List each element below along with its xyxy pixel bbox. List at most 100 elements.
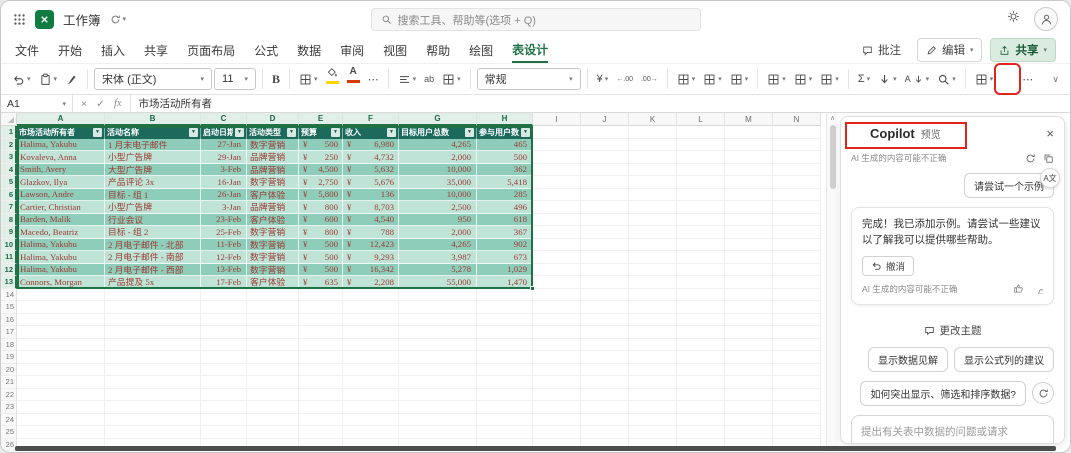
cell[interactable]: 市场活动所有者 ▼ [17,126,105,139]
cell[interactable]: 11-Feb [201,238,247,251]
cell[interactable]: 23-Feb [201,213,247,226]
suggestion-chip[interactable]: 如何突出显示、筛选和排序数据? [860,380,1026,406]
cell[interactable] [477,376,533,389]
cell[interactable] [677,426,725,439]
cell[interactable] [399,363,477,376]
cell[interactable] [105,338,201,351]
row-number-7[interactable]: 7 [1,201,17,214]
cell[interactable] [677,388,725,401]
cell[interactable]: 数字营销 [247,176,299,189]
cell[interactable]: ¥6,980 [343,138,399,151]
cell[interactable] [725,201,773,214]
cell[interactable] [201,376,247,389]
cell[interactable] [581,326,629,339]
row-number-19[interactable]: 19 [1,351,17,364]
cell[interactable] [533,251,581,264]
column-header-H[interactable]: H [477,113,533,126]
cell[interactable] [725,151,773,164]
cell[interactable]: Lawson, Andre [17,188,105,201]
cell[interactable] [581,413,629,426]
column-header-M[interactable]: M [725,113,773,126]
copilot-button[interactable] [998,67,1017,91]
row-number-25[interactable]: 25 [1,426,17,439]
cell[interactable] [399,413,477,426]
cell[interactable]: 902 [477,238,533,251]
cell[interactable] [581,176,629,189]
cell[interactable] [725,226,773,239]
cell[interactable]: 启动日期 ▼ [201,126,247,139]
cell[interactable] [105,401,201,414]
cell[interactable] [247,413,299,426]
data-analysis-button[interactable]: ▾ [972,67,997,91]
merge-cells-button[interactable]: ▾ [439,67,464,91]
cell[interactable] [201,351,247,364]
cell[interactable]: 数字营销 [247,138,299,151]
cell[interactable] [299,388,343,401]
cell[interactable] [629,201,677,214]
cell[interactable] [399,338,477,351]
cell[interactable] [773,301,821,314]
more-font-options-button[interactable]: ⋯ [365,67,382,91]
cell[interactable]: 16-Jan [201,176,247,189]
cell[interactable] [677,276,725,289]
cell[interactable] [677,176,725,189]
scrollbar-thumb[interactable] [829,125,836,189]
cell[interactable] [533,276,581,289]
cell[interactable] [201,413,247,426]
cell[interactable] [247,388,299,401]
cell[interactable] [299,401,343,414]
cell[interactable] [773,376,821,389]
spreadsheet-grid[interactable]: ABCDEFGHIJKLMN 1 市场活动所有者 ▼ 活动名称 ▼ 启动日期 ▼ 活动类型 ▼ 预… [1,113,826,452]
row-number-12[interactable]: 12 [1,263,17,276]
cell[interactable] [725,426,773,439]
cell[interactable] [629,338,677,351]
cell[interactable] [773,126,821,139]
document-title[interactable]: 工作簿 [63,10,101,29]
cell[interactable] [105,363,201,376]
cell[interactable] [581,251,629,264]
cell[interactable]: Glazkov, Ilya [17,176,105,189]
cell[interactable] [105,313,201,326]
cell[interactable] [201,326,247,339]
row-number-18[interactable]: 18 [1,338,17,351]
cell[interactable]: 35,000 [399,176,477,189]
share-button[interactable]: 共享 ▾ [990,38,1056,62]
filter-dropdown-icon[interactable]: ▼ [93,127,102,137]
cell[interactable] [629,426,677,439]
cell[interactable] [533,201,581,214]
cell[interactable] [533,226,581,239]
cell[interactable] [725,288,773,301]
cell[interactable]: ¥9,293 [343,251,399,264]
cell[interactable] [677,288,725,301]
cell[interactable] [477,313,533,326]
cell[interactable] [773,426,821,439]
cell[interactable] [533,376,581,389]
cell[interactable] [773,263,821,276]
cell[interactable] [773,151,821,164]
cell[interactable]: 55,000 [399,276,477,289]
cell[interactable] [533,263,581,276]
thumbs-down-icon[interactable] [1032,283,1043,294]
row-number-2[interactable]: 2 [1,138,17,151]
cell[interactable]: 预算 ▼ [299,126,343,139]
cell[interactable] [581,301,629,314]
cell[interactable] [581,226,629,239]
cell[interactable] [725,176,773,189]
settings-button[interactable] [1007,10,1020,28]
cell[interactable]: ¥500 [299,238,343,251]
cell[interactable]: 3,987 [399,251,477,264]
cell[interactable]: 618 [477,213,533,226]
cell[interactable]: 品牌营销 [247,201,299,214]
cell[interactable] [105,388,201,401]
cell[interactable] [725,276,773,289]
filter-dropdown-icon[interactable]: ▼ [331,127,340,137]
cell[interactable] [725,301,773,314]
cell[interactable] [773,413,821,426]
cell[interactable] [299,301,343,314]
cell[interactable] [247,426,299,439]
conditional-formatting-button[interactable]: ▾ [674,67,699,91]
cell[interactable] [725,401,773,414]
cell[interactable] [343,363,399,376]
cell[interactable]: 小型广告牌 [105,151,201,164]
cell[interactable] [773,201,821,214]
